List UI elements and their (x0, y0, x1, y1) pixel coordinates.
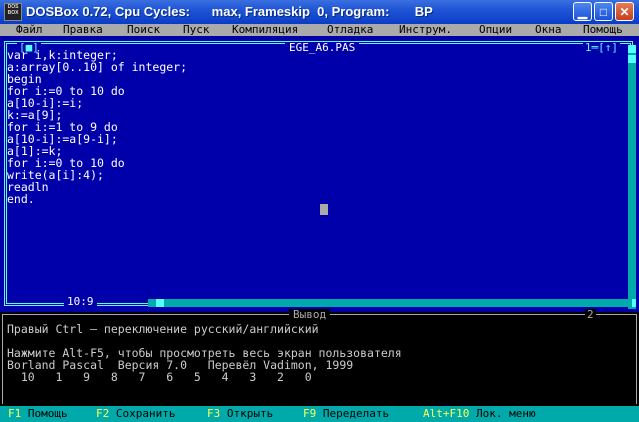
output-window: Вывод 2 Правый Ctrl — переключение русск… (0, 308, 639, 406)
text-cursor (320, 204, 328, 215)
status-key: F9 (303, 407, 317, 420)
window-titlebar[interactable]: DOS BOX DOSBox 0.72, Cpu Cycles: max, Fr… (0, 0, 639, 24)
status-save[interactable]: F2 Сохранить (96, 407, 175, 421)
menu-tools[interactable]: Инструм. (399, 24, 452, 36)
output-window-number: 2 (585, 308, 596, 321)
menu-edit[interactable]: Правка (63, 24, 103, 36)
output-line: 10 1 9 8 7 6 5 4 3 2 0 (7, 370, 312, 384)
menu-file[interactable]: Файл (16, 24, 43, 36)
editor-window: [■] EGE_A6.PAS 1═[↑] var i,k:integer; a:… (0, 36, 639, 312)
menu-debug[interactable]: Отладка (327, 24, 373, 36)
hscroll-thumb[interactable] (156, 299, 164, 307)
output-text: Правый Ctrl — переключение русский/англи… (7, 323, 402, 383)
editor-filename: EGE_A6.PAS (285, 42, 360, 53)
menu-run[interactable]: Пуск (183, 24, 210, 36)
close-button[interactable]: ✕ (615, 2, 634, 21)
minimize-icon: ▁ (577, 5, 588, 19)
status-label: Сохранить (115, 407, 176, 420)
editor-zoom-box[interactable]: 1═[↑] (582, 42, 620, 53)
menu-compile[interactable]: Компиляция (232, 24, 298, 36)
horizontal-scrollbar[interactable] (148, 299, 632, 307)
menu-bar: Файл Правка Поиск Пуск Компиляция Отладк… (0, 24, 639, 36)
minimize-button[interactable]: ▁ (573, 2, 592, 21)
menu-help[interactable]: Помощь (583, 24, 623, 36)
editor-bottom-bar: 10:9 (4, 295, 633, 308)
cursor-position: 10:9 (64, 295, 97, 308)
status-key: Alt+F10 (423, 407, 470, 420)
status-help[interactable]: F1 Помощь (8, 407, 68, 421)
menu-search[interactable]: Поиск (127, 24, 160, 36)
status-label: Открыть (226, 407, 274, 420)
dosbox-app-icon[interactable]: DOS BOX (4, 3, 22, 21)
menu-windows[interactable]: Окна (535, 24, 562, 36)
window-title: DOSBox 0.72, Cpu Cycles: max, Frameskip … (26, 4, 433, 19)
status-label: Помощь (27, 407, 68, 420)
status-key: F1 (8, 407, 22, 420)
menu-options[interactable]: Опции (479, 24, 512, 36)
code-area[interactable]: var i,k:integer; a:array[0..10] of integ… (7, 49, 187, 205)
maximize-icon: □ (599, 5, 608, 19)
scroll-up-icon[interactable] (628, 45, 636, 53)
vertical-scrollbar[interactable] (628, 45, 636, 309)
code-line[interactable]: end. (7, 193, 187, 205)
status-local-menu[interactable]: Alt+F10 Лок. меню (423, 407, 536, 421)
status-label: Переделать (322, 407, 390, 420)
status-label: Лок. меню (475, 407, 536, 420)
status-make[interactable]: F9 Переделать (303, 407, 389, 421)
close-icon: ✕ (619, 5, 630, 19)
output-line: Правый Ctrl — переключение русский/англи… (7, 322, 319, 336)
scroll-thumb[interactable] (628, 55, 636, 63)
status-key: F2 (96, 407, 110, 420)
status-key: F3 (207, 407, 221, 420)
output-title: Вывод (289, 309, 331, 320)
status-open[interactable]: F3 Открыть (207, 407, 273, 421)
status-bar: F1 Помощь F2 Сохранить F3 Открыть F9 Пер… (0, 406, 639, 422)
maximize-button[interactable]: □ (594, 2, 613, 21)
